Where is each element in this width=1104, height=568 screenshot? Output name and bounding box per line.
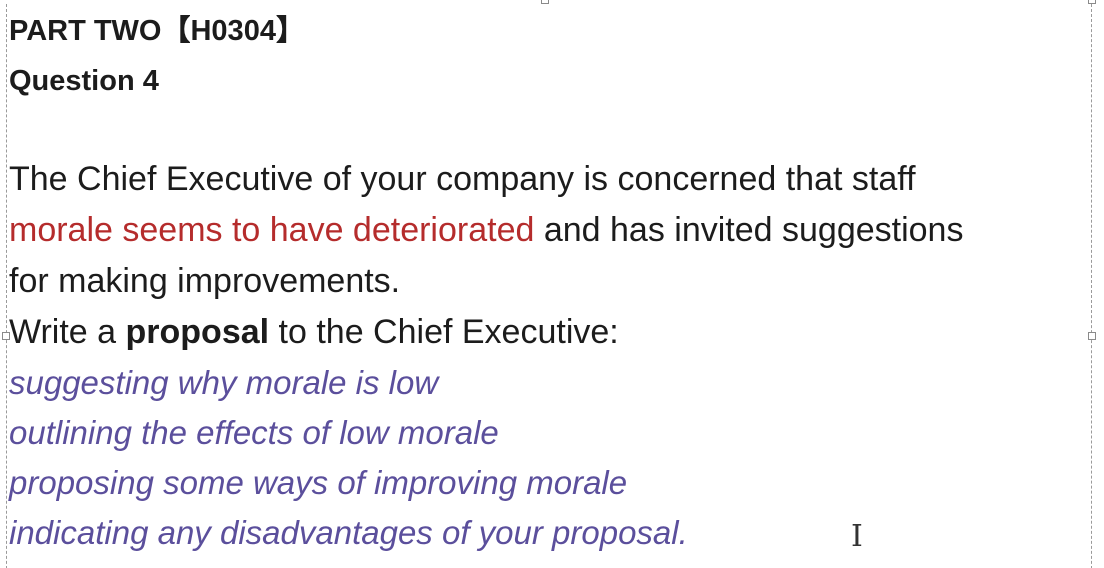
text-cursor-icon: I — [851, 519, 863, 554]
task-line-2-rest: and has invited suggestions — [534, 211, 964, 249]
instruction-post: to the Chief Executive: — [269, 313, 619, 351]
part-heading: PART TWO【H0304】 — [9, 15, 305, 47]
bullet-item: proposing some ways of improving morale — [9, 464, 628, 501]
resize-handle-top-right[interactable] — [1088, 0, 1096, 4]
task-line-1: The Chief Executive of your company is c… — [9, 160, 916, 198]
question-heading: Question 4 — [9, 65, 159, 97]
resize-handle-top[interactable] — [541, 0, 549, 4]
task-line-3: for making improvements. — [9, 262, 401, 300]
resize-handle-right[interactable] — [1088, 332, 1096, 340]
bullet-item: outlining the effects of low morale — [9, 414, 499, 451]
highlighted-phrase: morale seems to have deteriorated — [9, 211, 535, 249]
instruction-pre: Write a — [9, 313, 126, 351]
task-line-2: morale seems to have deteriorated and ha… — [9, 205, 1089, 256]
bullet-item: indicating any disadvantages of your pro… — [9, 514, 688, 551]
document-content[interactable]: PART TWO【H0304】 Question 4 The Chief Exe… — [9, 6, 1089, 558]
proposal-keyword: proposal — [125, 313, 270, 351]
instruction-line: Write a proposal to the Chief Executive: — [9, 307, 1089, 358]
bullet-item: suggesting why morale is low — [9, 364, 439, 401]
